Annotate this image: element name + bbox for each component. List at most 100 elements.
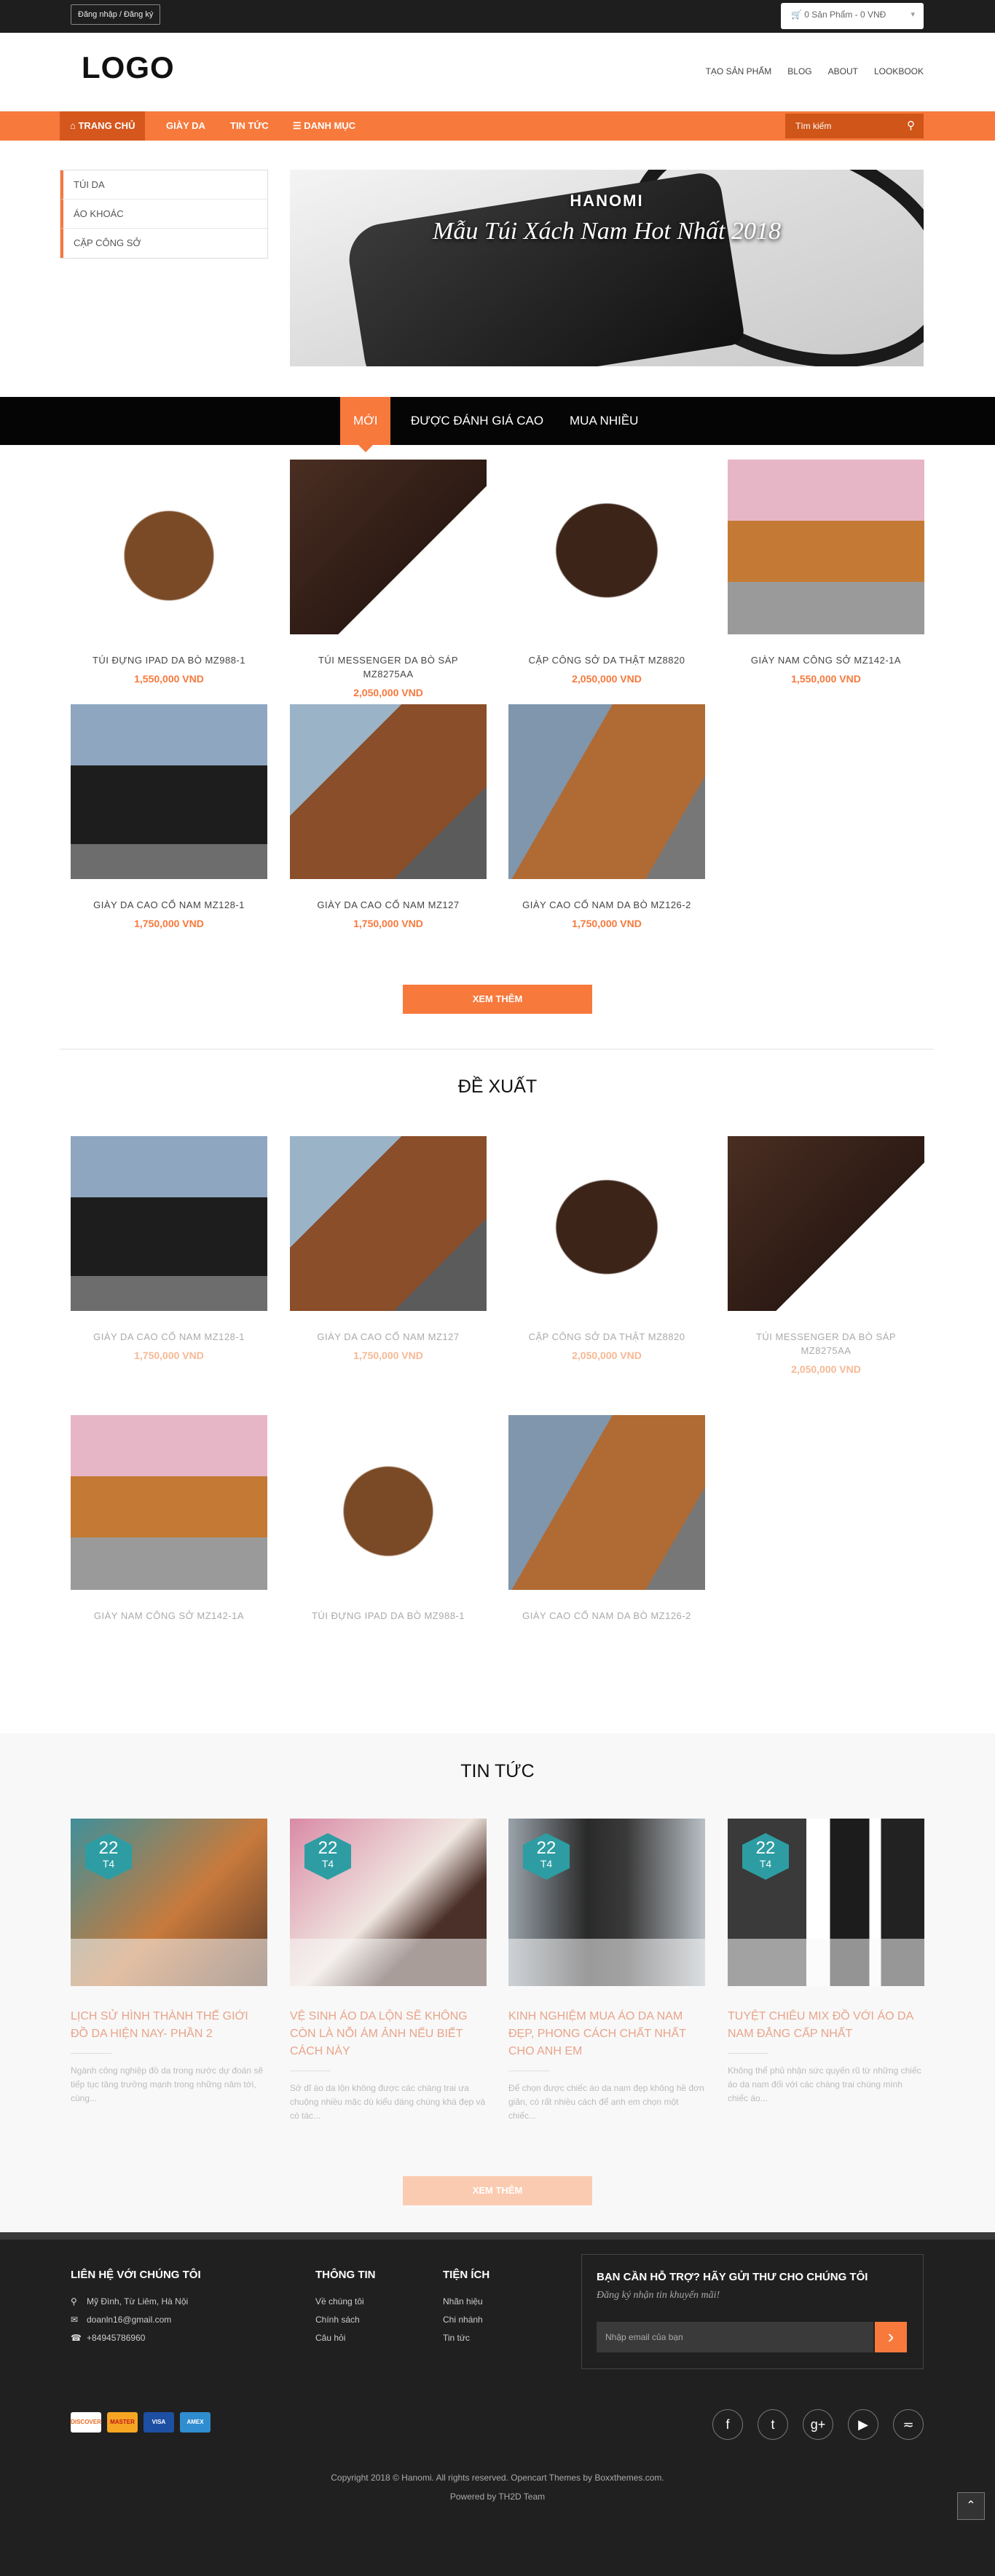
google-plus-icon[interactable]: g+	[803, 2409, 833, 2440]
view-more-button[interactable]: XEM THÊM	[403, 985, 592, 1014]
sidebar-item-jackets[interactable]: ÁO KHOÁC	[60, 200, 267, 229]
product-name[interactable]: TÚI ĐỰNG IPAD DA BÒ MZ988-1	[71, 653, 267, 667]
footer-link-about[interactable]: Về chúng tôi	[315, 2293, 376, 2311]
product-name[interactable]: GIÀY DA CAO CỔ NAM MZ127	[290, 1330, 487, 1344]
product-card[interactable]: GIÀY DA CAO CỔ NAM MZ128-1 1,750,000 VND	[71, 1136, 267, 1361]
top-bar: Đăng nhập / Đăng ký 🛒 0 Sản Phẩm - 0 VNĐ…	[0, 0, 995, 33]
tab-top-rated[interactable]: ĐƯỢC ĐÁNH GIÁ CAO	[398, 397, 557, 445]
tab-new[interactable]: MỚI	[340, 397, 391, 452]
menu-icon: ☰	[293, 120, 304, 131]
news-card[interactable]: 22 T4 Lịch sử hình thành thế giới đồ da hi…	[71, 1819, 267, 2106]
news-image[interactable]: 22 T4	[71, 1819, 267, 1986]
newsletter-email-input[interactable]: Nhập email của bạn	[597, 2322, 873, 2352]
footer-link-faq[interactable]: Câu hỏi	[315, 2329, 376, 2347]
product-image[interactable]	[508, 1415, 705, 1590]
product-name[interactable]: GIÀY NAM CÔNG SỞ MZ142-1A	[728, 653, 924, 667]
rss-icon[interactable]: ≂	[893, 2409, 924, 2440]
news-more-button[interactable]: XEM THÊM	[403, 2176, 592, 2205]
product-name[interactable]: TÚI MESSENGER DA BÒ SÁP MZ8275AA	[290, 653, 487, 681]
product-image[interactable]	[728, 460, 924, 634]
footer-link-policy[interactable]: Chính sách	[315, 2311, 376, 2329]
product-name[interactable]: CẶP CÔNG SỞ DA THẬT MZ8820	[508, 653, 705, 667]
product-card[interactable]: GIÀY NAM CÔNG SỞ MZ142-1A 1,550,000 VND	[728, 460, 924, 685]
product-image[interactable]	[290, 460, 487, 634]
product-image[interactable]	[71, 1415, 267, 1590]
product-name[interactable]: GIÀY NAM CÔNG SỞ MZ142-1A	[71, 1609, 267, 1623]
product-card[interactable]: GIÀY CAO CỔ NAM DA BÒ MZ126-2 1,750,000 V…	[508, 704, 705, 929]
product-name[interactable]: CẶP CÔNG SỞ DA THẬT MZ8820	[508, 1330, 705, 1344]
hero-banner[interactable]: HANOMI Mẫu Túi Xách Nam Hot Nhất 2018	[290, 170, 924, 366]
product-card[interactable]: GIÀY DA CAO CỔ NAM MZ128-1 1,750,000 VND	[71, 704, 267, 929]
footer-email[interactable]: ✉ doanln16@gmail.com	[71, 2311, 201, 2329]
link-about[interactable]: ABOUT	[828, 66, 858, 76]
product-card[interactable]: TÚI ĐỰNG IPAD DA BÒ MZ988-1 1,550,000 VND	[71, 460, 267, 685]
chevron-down-icon: ▾	[911, 10, 915, 19]
news-headline[interactable]: Tuyệt chiêu mix đồ với áo da nam đẳng cấ…	[728, 2008, 924, 2043]
news-image[interactable]: 22 T4	[290, 1819, 487, 1986]
news-image[interactable]: 22 T4	[508, 1819, 705, 1986]
product-price: 1,750,000 VND	[134, 1350, 204, 1361]
product-name[interactable]: TÚI ĐỰNG IPAD DA BÒ MZ988-1	[290, 1609, 487, 1623]
footer-link-brands[interactable]: Nhãn hiệu	[443, 2293, 489, 2311]
product-image[interactable]	[508, 460, 705, 634]
product-card[interactable]: GIÀY CAO CỔ NAM DA BÒ MZ126-2	[508, 1415, 705, 1623]
product-card[interactable]: TÚI MESSENGER DA BÒ SÁP MZ8275AA 2,050,00…	[728, 1136, 924, 1375]
product-image[interactable]	[290, 1415, 487, 1590]
product-name[interactable]: TÚI MESSENGER DA BÒ SÁP MZ8275AA	[728, 1330, 924, 1358]
link-blog[interactable]: BLOG	[787, 66, 811, 76]
product-image[interactable]	[728, 1136, 924, 1311]
product-card[interactable]: GIÀY NAM CÔNG SỞ MZ142-1A	[71, 1415, 267, 1623]
product-image[interactable]	[71, 460, 267, 634]
product-card[interactable]: CẶP CÔNG SỞ DA THẬT MZ8820 2,050,000 VND	[508, 460, 705, 685]
product-image[interactable]	[71, 704, 267, 879]
back-to-top-button[interactable]: ⌃	[957, 2492, 985, 2520]
nav-news[interactable]: TIN TỨC	[220, 111, 279, 141]
product-name[interactable]: GIÀY CAO CỔ NAM DA BÒ MZ126-2	[508, 898, 705, 912]
news-card[interactable]: 22 T4 Tuyệt chiêu mix đồ với áo da nam đẳn…	[728, 1819, 924, 2106]
footer-phone[interactable]: ☎ +84945786960	[71, 2329, 201, 2347]
main-nav: ⌂ TRANG CHỦ GIÀY DA TIN TỨC ☰ DANH MỤC T…	[0, 111, 995, 141]
news-headline[interactable]: Kinh nghiệm mua áo da nam đẹp, phong các…	[508, 2008, 705, 2060]
logo[interactable]: LOGO	[82, 50, 175, 85]
date-badge: 22 T4	[304, 1833, 351, 1880]
image-fade	[728, 1939, 924, 1986]
news-headline[interactable]: Vệ sinh áo da lộn sẽ không còn là nỗi ám…	[290, 2008, 487, 2060]
product-image[interactable]	[290, 1136, 487, 1311]
nav-categories[interactable]: ☰ DANH MỤC	[283, 111, 366, 141]
product-image[interactable]	[290, 704, 487, 879]
link-lookbook[interactable]: LOOKBOOK	[874, 66, 924, 76]
news-headline[interactable]: Lịch sử hình thành thế giới đồ da hiện n…	[71, 2008, 267, 2043]
login-register-link[interactable]: Đăng nhập / Đăng ký	[71, 4, 161, 25]
product-card[interactable]: TÚI MESSENGER DA BÒ SÁP MZ8275AA 2,050,00…	[290, 460, 487, 698]
product-name[interactable]: GIÀY DA CAO CỔ NAM MZ128-1	[71, 1330, 267, 1344]
product-card[interactable]: GIÀY DA CAO CỔ NAM MZ127 1,750,000 VND	[290, 704, 487, 929]
twitter-icon[interactable]: t	[758, 2409, 788, 2440]
link-create-product[interactable]: TẠO SẢN PHẨM	[706, 66, 772, 76]
news-card[interactable]: 22 T4 Kinh nghiệm mua áo da nam đẹp, phong…	[508, 1819, 705, 2123]
product-name[interactable]: GIÀY DA CAO CỔ NAM MZ128-1	[71, 898, 267, 912]
newsletter-submit-button[interactable]: ›	[875, 2322, 907, 2352]
youtube-icon[interactable]: ▶	[848, 2409, 878, 2440]
product-image[interactable]	[508, 1136, 705, 1311]
sidebar-item-briefcases[interactable]: CẶP CÔNG SỞ	[60, 229, 267, 258]
header: LOGO TẠO SẢN PHẨM BLOG ABOUT LOOKBOOK	[0, 33, 995, 111]
footer-link-news[interactable]: Tin tức	[443, 2329, 489, 2347]
facebook-icon[interactable]: f	[712, 2409, 743, 2440]
tab-best-selling[interactable]: MUA NHIỀU	[557, 397, 651, 445]
news-image[interactable]: 22 T4	[728, 1819, 924, 1986]
product-name[interactable]: GIÀY CAO CỔ NAM DA BÒ MZ126-2	[508, 1609, 705, 1623]
nav-home[interactable]: ⌂ TRANG CHỦ	[60, 111, 146, 141]
product-card[interactable]: TÚI ĐỰNG IPAD DA BÒ MZ988-1	[290, 1415, 487, 1623]
product-name[interactable]: GIÀY DA CAO CỔ NAM MZ127	[290, 898, 487, 912]
news-card[interactable]: 22 T4 Vệ sinh áo da lộn sẽ không còn là nỗ…	[290, 1819, 487, 2123]
footer-link-branches[interactable]: Chi nhánh	[443, 2311, 489, 2329]
product-image[interactable]	[508, 704, 705, 879]
search-input[interactable]: Tìm kiếm ⚲	[785, 114, 924, 138]
nav-shoes[interactable]: GIÀY DA	[156, 111, 216, 141]
product-card[interactable]: CẶP CÔNG SỞ DA THẬT MZ8820 2,050,000 VND	[508, 1136, 705, 1361]
product-card[interactable]: GIÀY DA CAO CỔ NAM MZ127 1,750,000 VND	[290, 1136, 487, 1361]
search-icon[interactable]: ⚲	[907, 119, 915, 132]
product-image[interactable]	[71, 1136, 267, 1311]
sidebar-item-bags[interactable]: TÚI DA	[60, 170, 267, 200]
cart-dropdown[interactable]: 🛒 0 Sản Phẩm - 0 VNĐ ▾	[781, 3, 924, 29]
